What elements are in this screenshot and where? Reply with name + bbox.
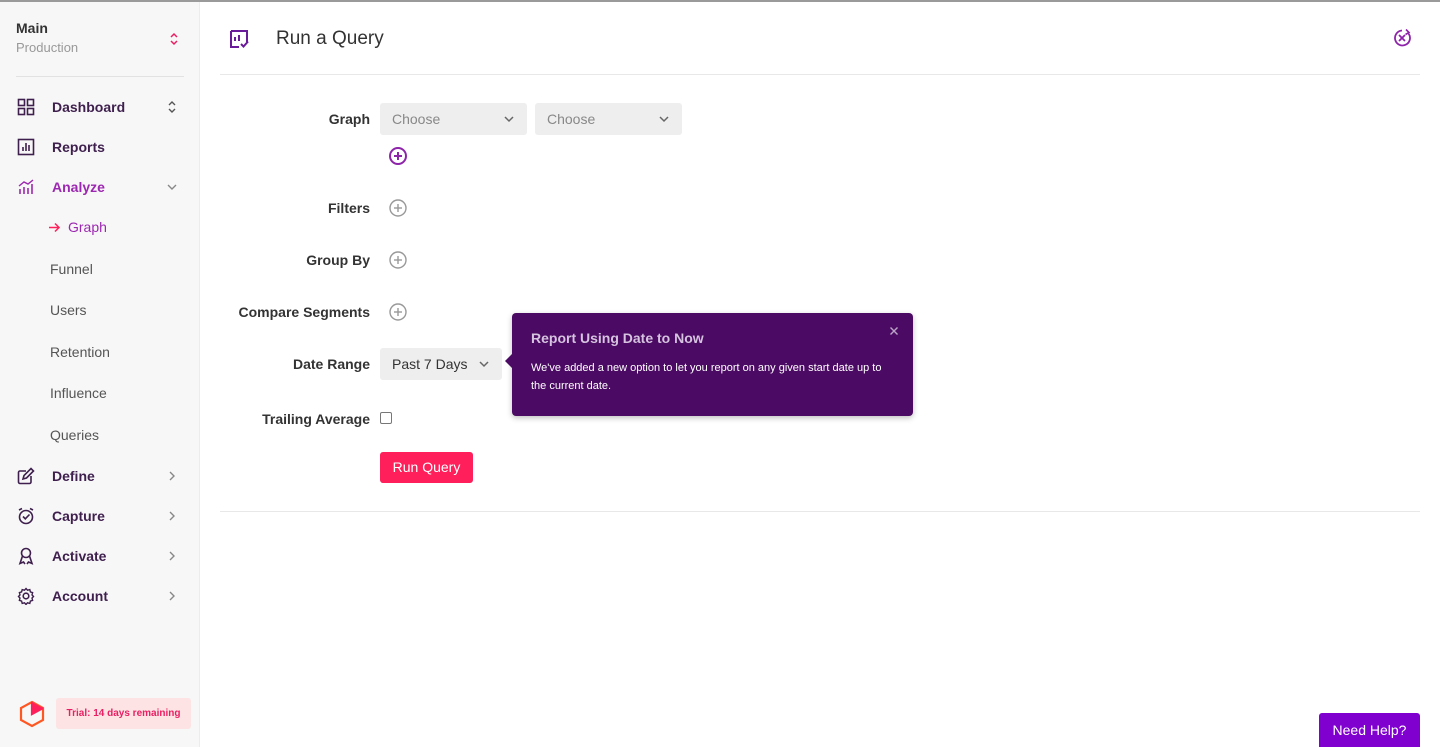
date-range-label: Date Range (292, 356, 370, 372)
groupby-label: Group By (306, 252, 370, 268)
workspace-switcher[interactable]: Main Production (16, 20, 184, 60)
report-icon (17, 138, 35, 156)
chevron-right-icon (169, 511, 175, 521)
close-icon[interactable] (889, 326, 899, 336)
sidebar-subitem-label: Funnel (50, 261, 93, 277)
graph-select-1-value: Choose (392, 111, 441, 127)
main-content: Run a Query Graph Choose Choose Filters … (200, 2, 1440, 747)
sidebar-item-label: Dashboard (52, 99, 126, 115)
sidebar-subitem-funnel[interactable]: Funnel (0, 255, 200, 283)
sidebar-subitem-users[interactable]: Users (0, 296, 200, 324)
sidebar-subitem-label: Graph (68, 219, 107, 235)
feature-tooltip: Report Using Date to Now We've added a n… (505, 313, 913, 416)
chevron-down-icon (479, 361, 489, 368)
sidebar-subitem-influence[interactable]: Influence (0, 379, 200, 407)
tooltip-arrow (505, 354, 512, 368)
analyze-icon (18, 179, 34, 194)
sidebar-item-label: Define (52, 468, 95, 484)
sidebar-subitem-label: Queries (50, 427, 100, 443)
sidebar: Main Production Dashboard Reports Analyz… (0, 2, 200, 747)
chevron-updown-icon (170, 32, 178, 46)
close-query-icon[interactable] (1392, 28, 1412, 48)
sidebar-subitem-label: Retention (50, 344, 110, 360)
trial-badge[interactable]: Trial: 14 days remaining (56, 698, 191, 729)
sidebar-item-analyze[interactable]: Analyze (0, 171, 200, 203)
sidebar-item-reports[interactable]: Reports (0, 131, 200, 163)
workspace-name: Main (16, 20, 48, 36)
sidebar-item-label: Activate (52, 548, 107, 564)
grid-icon (17, 98, 35, 116)
chevron-right-icon (169, 471, 175, 481)
sidebar-subitem-retention[interactable]: Retention (0, 338, 200, 366)
arrow-right-icon (49, 222, 61, 233)
graph-select-2[interactable]: Choose (535, 103, 682, 135)
chevron-updown-icon (168, 101, 176, 113)
chevron-right-icon (169, 551, 175, 561)
trial-status: Trial: 14 days remaining (14, 696, 192, 732)
trailing-average-label: Trailing Average (262, 411, 370, 427)
sidebar-subitem-label: Users (50, 302, 87, 318)
graph-label: Graph (328, 111, 370, 127)
add-graph-icon[interactable] (388, 146, 408, 166)
graph-select-1[interactable]: Choose (380, 103, 527, 135)
filters-label: Filters (327, 200, 370, 216)
need-help-button[interactable]: Need Help? (1319, 713, 1420, 747)
header-divider (220, 74, 1420, 75)
chevron-down-icon (659, 116, 669, 123)
sidebar-item-dashboard[interactable]: Dashboard (0, 91, 200, 123)
sidebar-item-label: Capture (52, 508, 105, 524)
tooltip-body: We've added a new option to let you repo… (531, 362, 882, 392)
workspace-environment: Production (16, 40, 79, 55)
tooltip-title: Report Using Date to Now (531, 330, 704, 346)
page-title: Run a Query (276, 28, 384, 49)
sidebar-item-label: Account (52, 588, 108, 604)
run-query-button[interactable]: Run Query (380, 452, 473, 483)
chevron-right-icon (169, 591, 175, 601)
sidebar-item-label: Analyze (52, 179, 105, 195)
add-filter-icon[interactable] (388, 198, 408, 218)
query-report-icon (230, 30, 249, 48)
activate-icon (18, 547, 34, 565)
sidebar-item-account[interactable]: Account (0, 580, 200, 612)
sidebar-subitem-graph[interactable]: Graph (0, 213, 200, 241)
form-divider (220, 511, 1420, 512)
capture-icon (18, 507, 34, 525)
add-groupby-icon[interactable] (388, 250, 408, 270)
graph-select-2-value: Choose (547, 111, 596, 127)
trailing-average-checkbox[interactable] (380, 412, 392, 424)
sidebar-subitem-queries[interactable]: Queries (0, 421, 200, 449)
date-range-value: Past 7 Days (392, 356, 468, 372)
sidebar-item-define[interactable]: Define (0, 460, 200, 492)
sidebar-item-label: Reports (52, 139, 105, 155)
sidebar-divider (16, 76, 184, 77)
chevron-down-icon (167, 184, 177, 190)
define-icon (17, 467, 35, 485)
date-range-select[interactable]: Past 7 Days (380, 348, 502, 380)
brand-logo-icon (19, 700, 45, 728)
chevron-down-icon (504, 116, 514, 123)
gear-icon (17, 587, 35, 605)
sidebar-item-capture[interactable]: Capture (0, 500, 200, 532)
sidebar-subitem-label: Influence (50, 385, 107, 401)
sidebar-item-activate[interactable]: Activate (0, 540, 200, 572)
compare-segments-label: Compare Segments (238, 304, 370, 320)
add-segment-icon[interactable] (388, 302, 408, 322)
